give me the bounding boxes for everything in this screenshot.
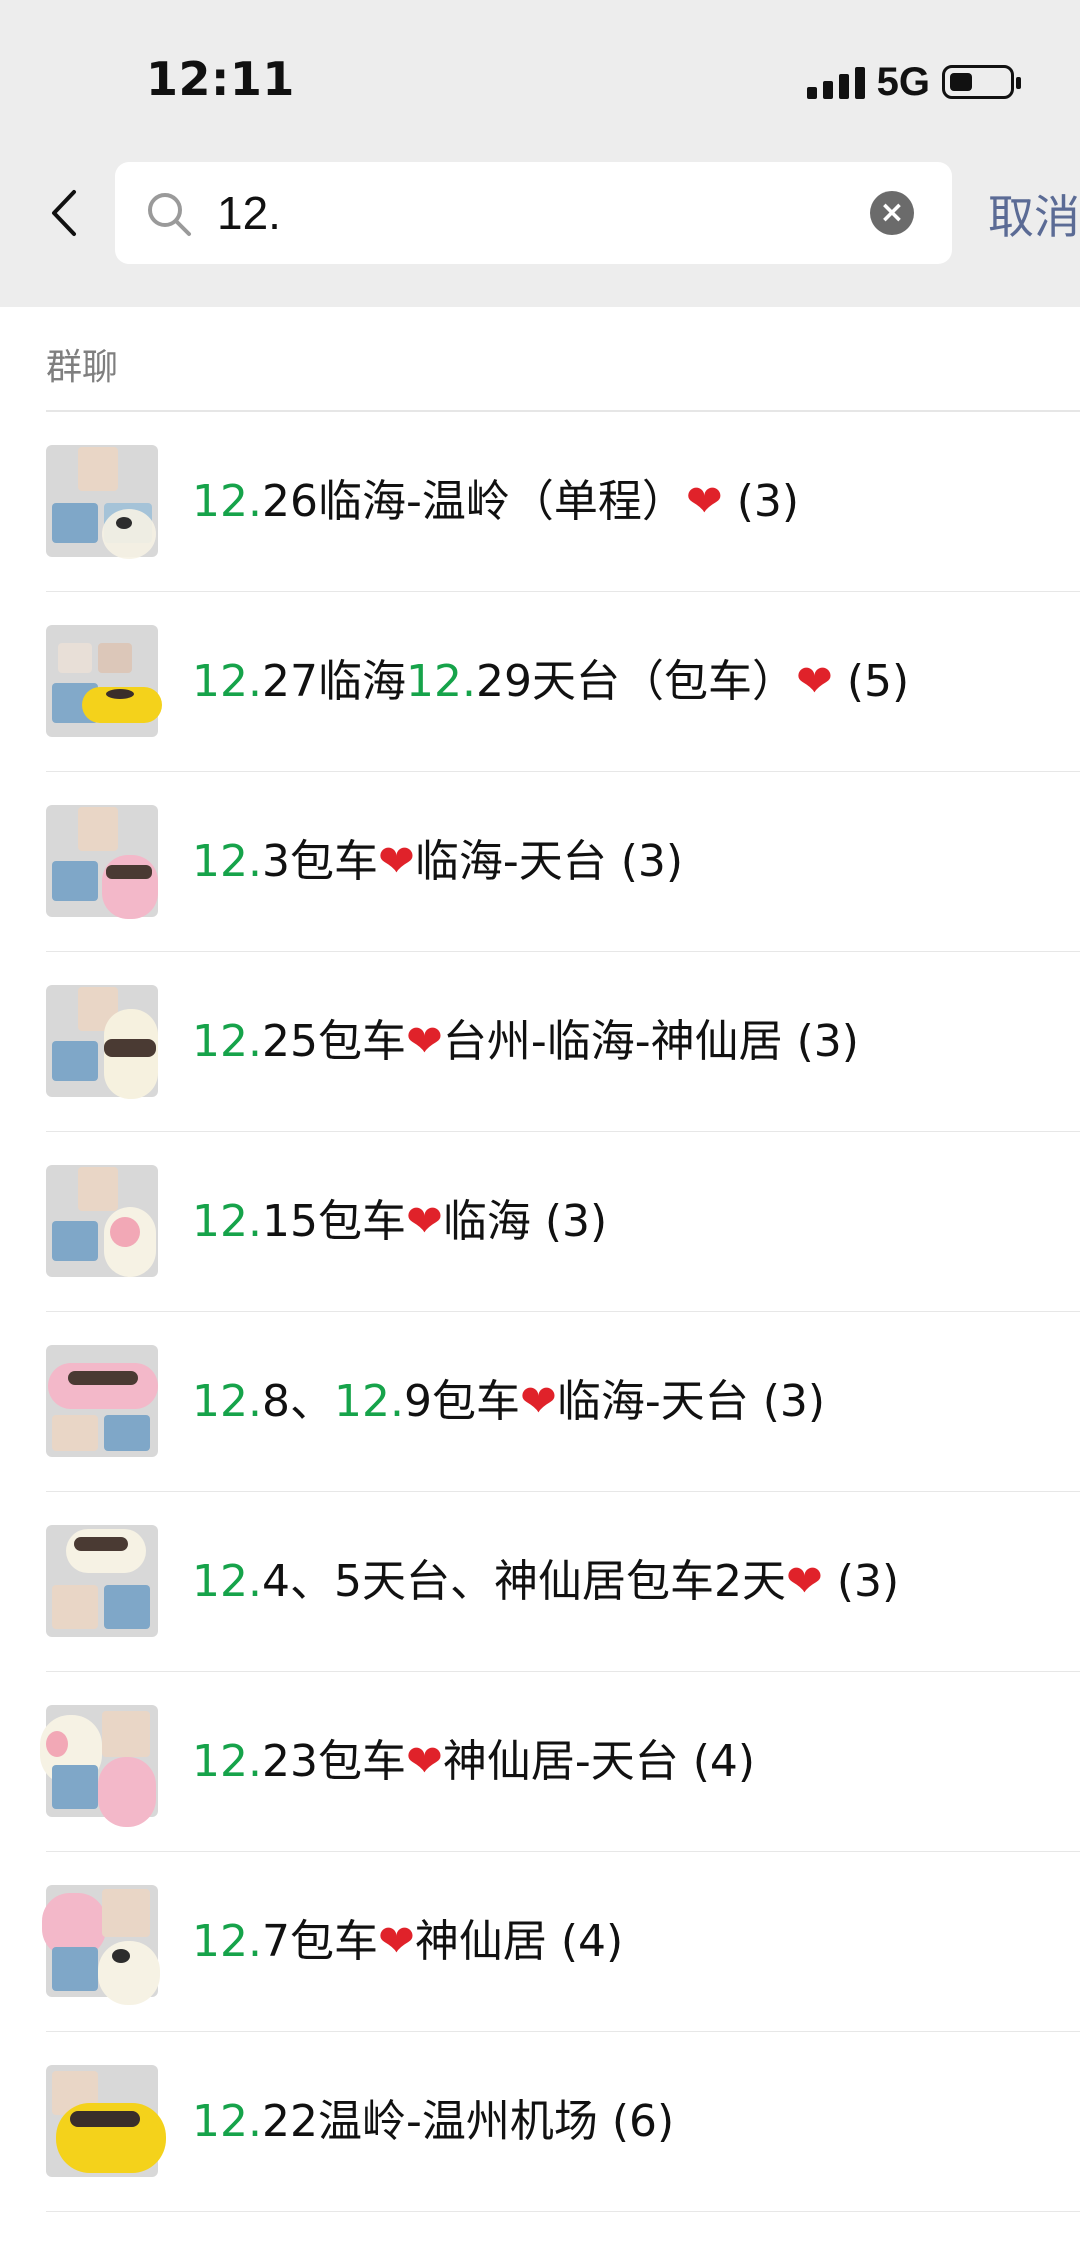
- heart-icon: ❤: [405, 1196, 443, 1247]
- search-input[interactable]: 12.: [217, 180, 281, 246]
- list-item[interactable]: 12.26临海-温岭（单程）❤ (3): [0, 412, 1080, 592]
- list-item-title: 12.23包车❤神仙居-天台 (4): [192, 1736, 756, 1787]
- avatar: [46, 2065, 166, 2177]
- list-item[interactable]: 12.8、12.9包车❤临海-天台 (3): [0, 1312, 1080, 1492]
- list-item[interactable]: 12.15包车❤临海 (3): [0, 1132, 1080, 1312]
- search-icon: [148, 193, 191, 236]
- heart-icon: ❤: [377, 1916, 415, 1967]
- list-item-title: 12.22温岭-温州机场 (6): [192, 2096, 675, 2147]
- list-item-title: 12.4、5天台、神仙居包车2天❤ (3): [192, 1556, 900, 1607]
- list-item-title: 12.3包车❤临海-天台 (3): [192, 836, 684, 887]
- avatar: [46, 1525, 158, 1637]
- back-button[interactable]: [46, 188, 86, 238]
- list-item[interactable]: 12.7包车❤神仙居 (4): [0, 1852, 1080, 2032]
- heart-icon: ❤: [405, 1736, 443, 1787]
- list-item-title: 12.26临海-温岭（单程）❤ (3): [192, 476, 800, 527]
- list-item[interactable]: 12.4、5天台、神仙居包车2天❤ (3): [0, 1492, 1080, 1672]
- avatar: [46, 1345, 158, 1457]
- list-item[interactable]: 12.22温岭-温州机场 (6): [0, 2032, 1080, 2212]
- heart-icon: ❤: [377, 836, 415, 887]
- section-title: 群聊: [46, 347, 119, 388]
- network-label: 5G: [876, 59, 930, 104]
- heart-icon: ❤: [405, 1016, 443, 1067]
- list-item[interactable]: 12.3包车❤临海-天台 (3): [0, 772, 1080, 952]
- list-item-title: 12.15包车❤临海 (3): [192, 1196, 608, 1247]
- status-time: 12:11: [146, 52, 295, 106]
- cancel-button[interactable]: 取消: [988, 181, 1080, 247]
- avatar: [46, 625, 162, 737]
- clear-icon[interactable]: ×: [870, 191, 914, 235]
- list-item[interactable]: 12.23包车❤神仙居-天台 (4): [0, 1672, 1080, 1852]
- avatar: [42, 1885, 160, 2005]
- heart-icon: ❤: [785, 1556, 823, 1607]
- search-box[interactable]: 12. ×: [115, 162, 952, 264]
- list-item[interactable]: 12.25包车❤台州-临海-神仙居 (3): [0, 952, 1080, 1132]
- list-item[interactable]: 12.27临海12.29天台（包车）❤ (5): [0, 592, 1080, 772]
- chevron-left-icon: [52, 190, 76, 236]
- battery-icon: [942, 65, 1021, 99]
- list-item-title: 12.25包车❤台州-临海-神仙居 (3): [192, 1016, 859, 1067]
- top-bar: 12:11 5G 12. × 取消: [0, 0, 1080, 307]
- list-item-title: 12.7包车❤神仙居 (4): [192, 1916, 624, 1967]
- heart-icon: ❤: [795, 656, 833, 707]
- avatar: [46, 445, 158, 559]
- signal-icon: [806, 65, 865, 99]
- avatar: [40, 1705, 158, 1827]
- list-item-title: 12.27临海12.29天台（包车）❤ (5): [192, 656, 910, 707]
- avatar: [46, 805, 158, 919]
- heart-icon: ❤: [685, 476, 723, 527]
- list-item-title: 12.8、12.9包车❤临海-天台 (3): [192, 1376, 826, 1427]
- group-list: 12.26临海-温岭（单程）❤ (3) 12.27临海12.29天台（包车）❤ …: [0, 412, 1080, 2212]
- status-indicators: 5G: [806, 59, 1021, 104]
- heart-icon: ❤: [519, 1376, 557, 1427]
- avatar: [46, 985, 158, 1099]
- avatar: [46, 1165, 158, 1277]
